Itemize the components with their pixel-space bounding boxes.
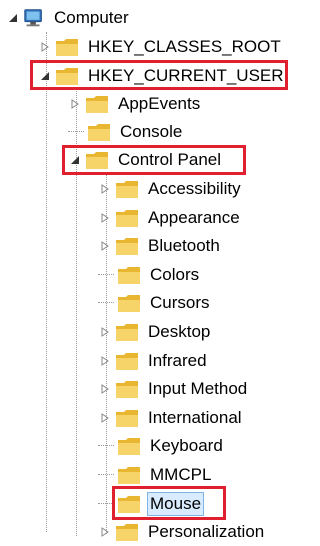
tree-node-label: International: [148, 408, 242, 427]
folder-icon: [56, 39, 78, 56]
tree-connector: [98, 474, 114, 476]
tree-node-label: Personalization: [148, 522, 265, 541]
folder-icon: [88, 124, 110, 141]
tree-node-colors[interactable]: Colors: [98, 261, 201, 289]
registry-tree: Computer HKEY_CLASSES_ROOT HKEY_CURRENT_…: [0, 0, 291, 546]
tree-node-input-method[interactable]: Input Method: [98, 375, 249, 403]
folder-icon: [56, 68, 78, 85]
tree-node-control-panel[interactable]: Control Panel: [68, 146, 223, 174]
tree-connector: [98, 302, 114, 304]
tree-node-desktop[interactable]: Desktop: [98, 318, 212, 346]
folder-icon: [118, 467, 140, 484]
tree-node-computer[interactable]: Computer: [6, 4, 131, 32]
tree-node-label: Cursors: [150, 293, 210, 312]
collapse-icon[interactable]: [38, 69, 52, 83]
tree-node-label: Accessibility: [148, 179, 241, 198]
tree-node-accessibility[interactable]: Accessibility: [98, 175, 243, 203]
open-folder-icon: [118, 496, 140, 513]
tree-node-label: Appearance: [148, 208, 240, 227]
collapse-icon[interactable]: [68, 153, 82, 167]
tree-node-label: Infrared: [148, 351, 207, 370]
tree-node-label: Desktop: [148, 322, 211, 341]
expand-icon[interactable]: [98, 239, 112, 253]
folder-icon: [86, 152, 108, 169]
expand-icon[interactable]: [98, 211, 112, 225]
tree-node-hkey-current-user[interactable]: HKEY_CURRENT_USER: [38, 62, 286, 90]
tree-node-bluetooth[interactable]: Bluetooth: [98, 232, 222, 260]
computer-icon: [24, 9, 42, 27]
tree-node-label: Control Panel: [118, 150, 222, 169]
tree-node-mouse[interactable]: Mouse: [98, 490, 205, 518]
expand-icon[interactable]: [98, 382, 112, 396]
expand-icon[interactable]: [98, 325, 112, 339]
tree-connector: [98, 445, 114, 447]
expand-icon[interactable]: [68, 97, 82, 111]
expand-icon[interactable]: [98, 525, 112, 539]
folder-icon: [118, 267, 140, 284]
tree-connector: [98, 503, 114, 505]
folder-icon: [116, 210, 138, 227]
tree-node-label: Bluetooth: [148, 236, 220, 255]
tree-connector: [68, 131, 84, 133]
tree-node-label: Computer: [54, 8, 129, 27]
folder-icon: [116, 381, 138, 398]
folder-icon: [118, 438, 140, 455]
folder-icon: [116, 238, 138, 255]
tree-node-appevents[interactable]: AppEvents: [68, 90, 202, 118]
folder-icon: [116, 324, 138, 341]
tree-node-label: Console: [120, 122, 183, 141]
tree-node-label: HKEY_CURRENT_USER: [88, 66, 284, 85]
tree-node-label: Input Method: [148, 379, 248, 398]
folder-icon: [116, 410, 138, 427]
expand-icon[interactable]: [98, 354, 112, 368]
tree-guide-line: [46, 32, 47, 532]
folder-icon: [118, 295, 140, 312]
expand-icon[interactable]: [38, 40, 52, 54]
tree-node-personalization[interactable]: Personalization: [98, 518, 266, 546]
folder-icon: [116, 524, 138, 541]
tree-node-hkey-classes-root[interactable]: HKEY_CLASSES_ROOT: [38, 33, 283, 61]
tree-connector: [98, 274, 114, 276]
expand-icon[interactable]: [98, 182, 112, 196]
collapse-icon[interactable]: [6, 11, 20, 25]
tree-node-console[interactable]: Console: [68, 118, 184, 146]
folder-icon: [116, 353, 138, 370]
tree-node-international[interactable]: International: [98, 404, 244, 432]
tree-node-keyboard[interactable]: Keyboard: [98, 432, 225, 460]
tree-node-infrared[interactable]: Infrared: [98, 347, 209, 375]
tree-node-label: MMCPL: [150, 465, 212, 484]
tree-node-label: Mouse: [146, 492, 205, 516]
expand-icon[interactable]: [98, 411, 112, 425]
folder-icon: [116, 181, 138, 198]
tree-node-label: AppEvents: [118, 94, 201, 113]
tree-node-cursors[interactable]: Cursors: [98, 289, 212, 317]
tree-node-appearance[interactable]: Appearance: [98, 204, 242, 232]
folder-icon: [86, 96, 108, 113]
tree-node-mmcpl[interactable]: MMCPL: [98, 461, 213, 489]
tree-node-label: Colors: [150, 265, 200, 284]
tree-node-label: HKEY_CLASSES_ROOT: [88, 37, 281, 56]
tree-node-label: Keyboard: [150, 436, 223, 455]
